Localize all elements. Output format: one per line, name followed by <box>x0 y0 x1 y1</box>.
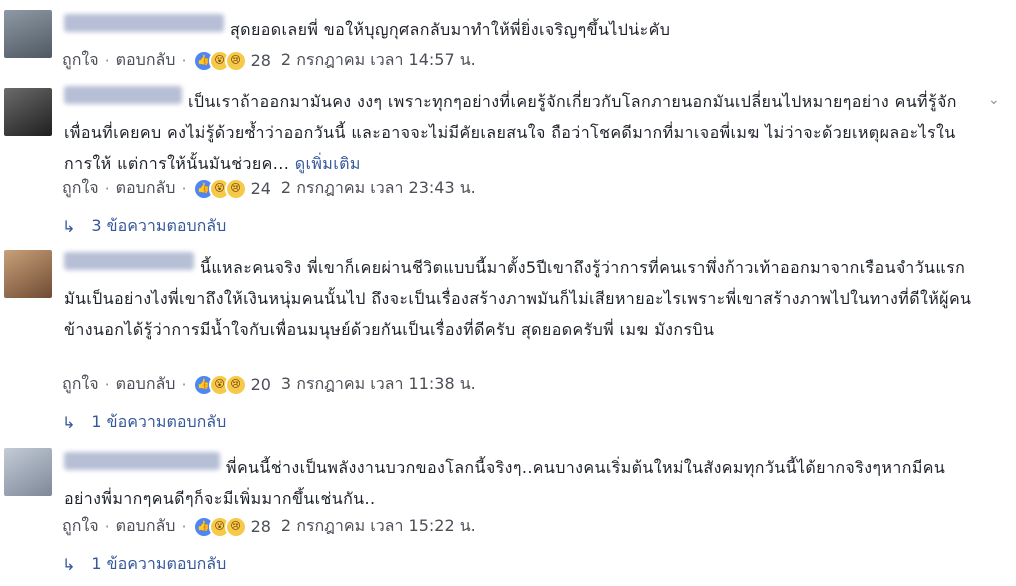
chevron-down-icon[interactable]: ⌄ <box>988 92 1000 108</box>
reply-link[interactable]: ตอบกลับ <box>116 514 176 539</box>
separator: · <box>181 517 187 536</box>
comment-actions: ถูกใจ · ตอบกลับ · 👍 😮 😢 20 3 กรกฎาคม เวล… <box>62 372 476 397</box>
reaction-count[interactable]: 28 <box>251 51 271 70</box>
comment-actions: ถูกใจ · ตอบกลับ · 👍 😮 😢 28 2 กรกฎาคม เวล… <box>62 514 476 539</box>
replies-count[interactable]: 1 ข้อความตอบกลับ <box>91 552 226 577</box>
commenter-name[interactable] <box>64 252 194 270</box>
separator: · <box>181 179 187 198</box>
comment: ⌄ เป็นเราถ้าออกมามันคง งงๆ เพราะทุกๆอย่า… <box>0 80 1016 240</box>
timestamp[interactable]: 2 กรกฎาคม เวลา 15:22 น. <box>281 514 476 539</box>
replies-link[interactable]: ↳ 3 ข้อความตอบกลับ <box>62 214 226 239</box>
comment: พี่คนนี้ช่างเป็นพลังงานบวกของโลกนี้จริงๆ… <box>0 444 1016 586</box>
separator: · <box>181 51 187 70</box>
reply-link[interactable]: ตอบกลับ <box>116 176 176 201</box>
comment-text: เป็นเราถ้าออกมามันคง งงๆ เพราะทุกๆอย่างท… <box>64 92 957 173</box>
reaction-icons[interactable]: 👍 😮 😢 <box>192 177 247 200</box>
timestamp[interactable]: 2 กรกฎาคม เวลา 14:57 น. <box>281 48 476 73</box>
comment-body: เป็นเราถ้าออกมามันคง งงๆ เพราะทุกๆอย่างท… <box>64 86 980 179</box>
comment-actions: ถูกใจ · ตอบกลับ · 👍 😮 😢 24 2 กรกฎาคม เวล… <box>62 176 476 201</box>
separator: · <box>104 51 110 70</box>
avatar[interactable] <box>4 448 52 496</box>
commenter-name[interactable] <box>64 86 182 104</box>
avatar[interactable] <box>4 250 52 298</box>
timestamp[interactable]: 3 กรกฎาคม เวลา 11:38 น. <box>281 372 476 397</box>
commenter-name[interactable] <box>64 14 224 32</box>
avatar[interactable] <box>4 88 52 136</box>
reply-link[interactable]: ตอบกลับ <box>116 372 176 397</box>
comment-body: นี้แหละคนจริง พี่เขาก็เคยผ่านชีวิตแบบนี้… <box>64 252 980 345</box>
like-link[interactable]: ถูกใจ <box>62 514 99 539</box>
separator: · <box>104 179 110 198</box>
reaction-count[interactable]: 20 <box>251 375 271 394</box>
comment: นี้แหละคนจริง พี่เขาก็เคยผ่านชีวิตแบบนี้… <box>0 246 1016 438</box>
comment-actions: ถูกใจ · ตอบกลับ · 👍 😮 😢 28 2 กรกฎาคม เวล… <box>62 48 476 73</box>
see-more-link[interactable]: ดูเพิ่มเติม <box>295 154 361 173</box>
avatar[interactable] <box>4 10 52 58</box>
replies-link[interactable]: ↳ 1 ข้อความตอบกลับ <box>62 552 226 577</box>
reaction-icons[interactable]: 👍 😮 😢 <box>192 373 247 396</box>
separator: · <box>104 375 110 394</box>
separator: · <box>181 375 187 394</box>
reply-link[interactable]: ตอบกลับ <box>116 48 176 73</box>
like-link[interactable]: ถูกใจ <box>62 48 99 73</box>
sad-reaction-icon: 😢 <box>224 515 247 538</box>
like-link[interactable]: ถูกใจ <box>62 372 99 397</box>
like-link[interactable]: ถูกใจ <box>62 176 99 201</box>
replies-link[interactable]: ↳ 1 ข้อความตอบกลับ <box>62 410 226 435</box>
sad-reaction-icon: 😢 <box>224 49 247 72</box>
reaction-count[interactable]: 24 <box>251 179 271 198</box>
reaction-count[interactable]: 28 <box>251 517 271 536</box>
sad-reaction-icon: 😢 <box>224 373 247 396</box>
separator: · <box>104 517 110 536</box>
timestamp[interactable]: 2 กรกฎาคม เวลา 23:43 น. <box>281 176 476 201</box>
replies-count[interactable]: 3 ข้อความตอบกลับ <box>91 214 226 239</box>
comment-body: สุดยอดเลยพี่ ขอให้บุญกุศลกลับมาทำให้พี่ย… <box>64 14 980 45</box>
comment-text: นี้แหละคนจริง พี่เขาก็เคยผ่านชีวิตแบบนี้… <box>64 258 972 339</box>
reply-arrow-icon: ↳ <box>62 217 76 236</box>
comment-text: สุดยอดเลยพี่ ขอให้บุญกุศลกลับมาทำให้พี่ย… <box>230 20 671 39</box>
sad-reaction-icon: 😢 <box>224 177 247 200</box>
reaction-icons[interactable]: 👍 😮 😢 <box>192 49 247 72</box>
commenter-name[interactable] <box>64 452 220 470</box>
reply-arrow-icon: ↳ <box>62 555 76 574</box>
replies-count[interactable]: 1 ข้อความตอบกลับ <box>91 410 226 435</box>
comment-body: พี่คนนี้ช่างเป็นพลังงานบวกของโลกนี้จริงๆ… <box>64 452 980 514</box>
comment: สุดยอดเลยพี่ ขอให้บุญกุศลกลับมาทำให้พี่ย… <box>0 0 1016 80</box>
reaction-icons[interactable]: 👍 😮 😢 <box>192 515 247 538</box>
reply-arrow-icon: ↳ <box>62 413 76 432</box>
